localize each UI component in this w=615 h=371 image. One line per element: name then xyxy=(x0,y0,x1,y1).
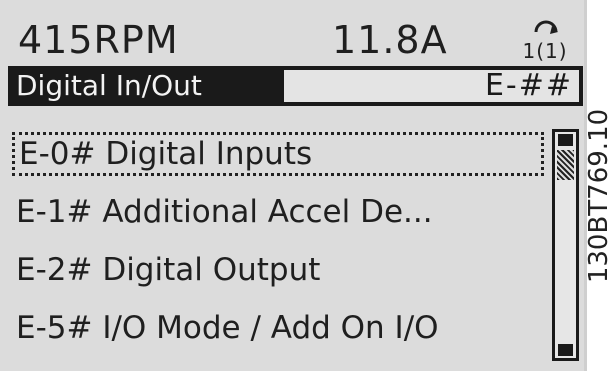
list-item-digital-output[interactable]: E-2# Digital Output xyxy=(12,248,544,292)
setup-indicator-label: 1(1) xyxy=(522,39,567,62)
figure-reference: 130BT769.10 xyxy=(584,0,615,371)
menu-code: E-## xyxy=(484,68,573,103)
current-readout: 11.8A xyxy=(332,18,448,62)
status-line: 415RPM 11.8A 1(1) xyxy=(14,14,574,66)
scroll-down-icon[interactable] xyxy=(558,344,573,356)
list-item-additional-accel[interactable]: E-1# Additional Accel De... xyxy=(12,190,544,234)
menu-title-bar: Digital In/Out E-## xyxy=(8,66,583,106)
speed-readout: 415RPM xyxy=(18,18,179,62)
parameter-group-list: E-0# Digital Inputs E-1# Additional Acce… xyxy=(12,132,544,368)
list-item-io-mode[interactable]: E-5# I/O Mode / Add On I/O xyxy=(12,306,544,350)
scrollbar-thumb[interactable] xyxy=(557,150,574,180)
scroll-up-icon[interactable] xyxy=(558,134,573,146)
setup-indicator-icon: 1(1) xyxy=(522,20,567,62)
lcd-display: 415RPM 11.8A 1(1) Digital In/Out E-## E-… xyxy=(0,0,587,371)
list-item-digital-inputs[interactable]: E-0# Digital Inputs xyxy=(12,132,544,176)
figure-reference-code: 130BT769.10 xyxy=(584,108,614,284)
scrollbar[interactable] xyxy=(552,129,579,361)
menu-title: Digital In/Out xyxy=(12,70,284,102)
